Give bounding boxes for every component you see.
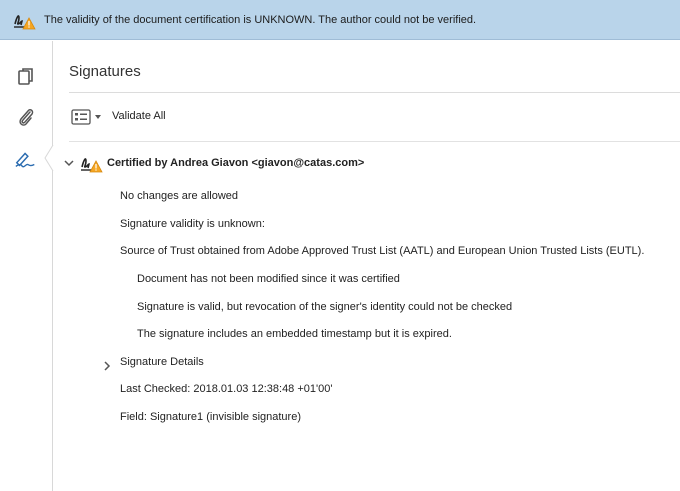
signature-substatus-line: Document has not been modified since it …: [137, 273, 400, 285]
left-navigation-rail: [0, 41, 54, 491]
pages-icon[interactable]: [14, 65, 38, 89]
signature-status-line: No changes are allowed: [120, 190, 239, 202]
signature-details-toggle[interactable]: Signature Details: [120, 356, 204, 368]
signature-panel-icon[interactable]: [14, 147, 38, 171]
certified-by-label: Certified by Andrea Giavon <giavon@catas…: [107, 157, 365, 169]
options-menu-button[interactable]: [71, 108, 103, 126]
toolbar-divider: [69, 141, 680, 142]
validity-banner: The validity of the document certificati…: [0, 0, 680, 40]
title-divider: [69, 92, 680, 93]
last-checked-line: Last Checked: 2018.01.03 12:38:48 +01'00…: [120, 383, 333, 395]
signature-status-line: Source of Trust obtained from Adobe Appr…: [120, 245, 645, 257]
signature-substatus-line: The signature includes an embedded times…: [137, 328, 452, 340]
signature-warning-icon: [12, 10, 36, 30]
signatures-panel: Signatures Validate All Certified by And…: [53, 41, 680, 491]
signature-status-line: Signature validity is unknown:: [120, 218, 265, 230]
chevron-right-icon[interactable]: [101, 359, 113, 373]
signature-warning-icon: [79, 153, 103, 173]
field-line: Field: Signature1 (invisible signature): [120, 411, 301, 423]
panel-title: Signatures: [69, 63, 141, 80]
chevron-down-icon[interactable]: [63, 157, 75, 169]
attachment-icon[interactable]: [14, 105, 38, 129]
validate-all-button[interactable]: Validate All: [112, 110, 166, 122]
dropdown-caret-icon: [95, 115, 101, 119]
signature-substatus-line: Signature is valid, but revocation of th…: [137, 301, 513, 313]
list-options-icon: [71, 109, 91, 125]
banner-message: The validity of the document certificati…: [44, 13, 477, 26]
signature-entry-header[interactable]: Certified by Andrea Giavon <giavon@catas…: [63, 153, 364, 173]
